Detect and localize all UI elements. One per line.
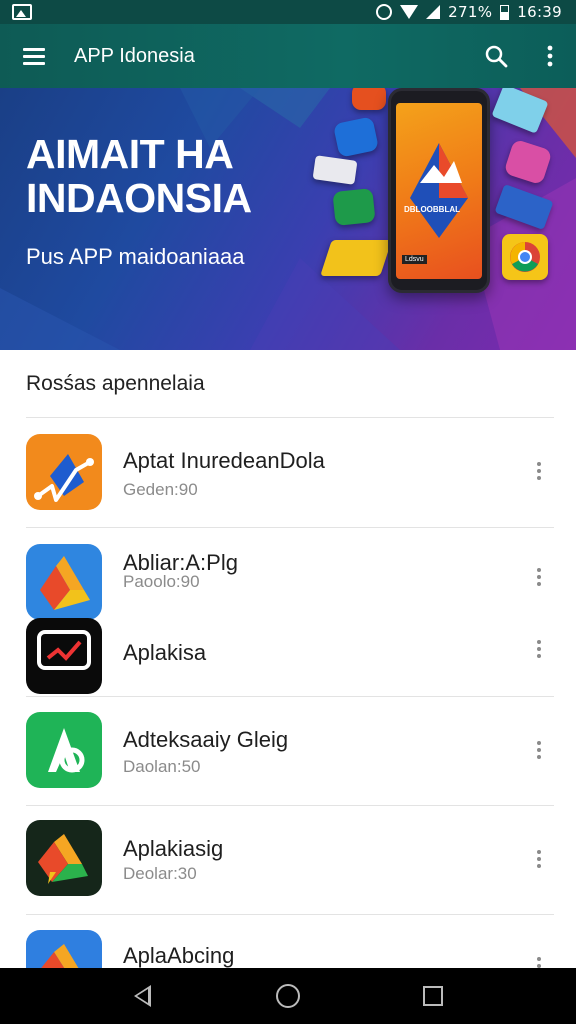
app-list-item-6[interactable]: AplaAbcing [0, 915, 576, 968]
app-name: Adteksaaiy Gleig [123, 727, 289, 752]
dark-drive-icon [26, 820, 102, 896]
row-more-icon[interactable] [528, 844, 550, 874]
battery-icon [500, 4, 510, 20]
black-chart-icon [26, 618, 102, 694]
hero-banner[interactable]: AIMAIT HA INDAONSIA Pus APP maidoaniaaa … [0, 88, 576, 350]
app-meta: Geden:90 [123, 480, 198, 499]
phone-screen-logo [410, 143, 468, 238]
recents-icon [423, 986, 444, 1006]
search-icon [485, 45, 508, 68]
app-list-item-2[interactable]: Abliar:A:Plg Paoolo:90 [0, 528, 576, 620]
app-name: Aptat InuredeanDola [123, 448, 325, 473]
more-vert-icon [547, 45, 553, 67]
overflow-menu-button[interactable] [524, 24, 576, 88]
phone-screen: DBLOOBBLAL Ldsvu [396, 103, 482, 279]
app-name: AplaAbcing [123, 943, 235, 968]
banner-subtitle: Pus APP maidoaniaaa [26, 244, 245, 269]
nav-home-button[interactable] [268, 976, 308, 1016]
banner-headline: AIMAIT HA INDAONSIA [26, 132, 326, 220]
row-more-icon[interactable] [528, 634, 550, 664]
back-icon [134, 985, 152, 1007]
app-title: APP Idonesia [74, 44, 195, 67]
phone-illustration: DBLOOBBLAL Ldsvu [388, 88, 490, 293]
app-meta: Daolan:50 [123, 757, 201, 776]
app-list-item-4[interactable]: Adteksaaiy Gleig Daolan:50 [0, 697, 576, 805]
banner-headline-line2: INDAONSIA [26, 175, 252, 221]
app-name: Aplakiasig [123, 836, 224, 861]
app-list-item-3[interactable]: Aplakisa [0, 612, 576, 696]
chrome-icon [502, 234, 548, 280]
drive-triangle-icon [26, 544, 102, 620]
signal-icon [426, 5, 441, 19]
app-name: Aplakisa [123, 640, 207, 665]
gallery-notification-icon [12, 4, 32, 20]
home-icon [275, 984, 300, 1008]
row-more-icon[interactable] [528, 951, 550, 968]
status-time: 16:39 [517, 3, 562, 21]
orange-map-pin-icon [26, 434, 102, 510]
green-a-icon [26, 712, 102, 788]
status-bar: 271% 16:39 [0, 0, 576, 24]
nav-back-button[interactable] [123, 976, 163, 1016]
row-more-icon[interactable] [528, 735, 550, 765]
row-more-icon[interactable] [528, 456, 550, 486]
hamburger-icon [23, 48, 45, 65]
app-meta: Paoolo:90 [123, 572, 200, 591]
app-meta: Deolar:30 [123, 864, 197, 883]
app-list-item-5[interactable]: Aplakiasig Deolar:30 [0, 806, 576, 914]
menu-button[interactable] [0, 24, 68, 88]
blue-drive-icon [26, 930, 102, 968]
system-nav-bar [0, 968, 576, 1024]
battery-percent: 271% [448, 3, 493, 21]
alarm-icon [376, 4, 393, 20]
banner-headline-line1: AIMAIT HA [26, 131, 234, 177]
phone-label: DBLOOBBLAL [404, 205, 460, 214]
floating-green-icon [332, 188, 376, 226]
row-more-icon[interactable] [528, 562, 550, 592]
floating-yellow-icon [320, 240, 392, 276]
search-button[interactable] [468, 24, 524, 88]
section-title: Rosśas apennelaia [26, 372, 205, 395]
nav-recents-button[interactable] [413, 976, 453, 1016]
app-list-item-1[interactable]: Aptat InuredeanDola Geden:90 [0, 418, 576, 526]
wifi-icon [400, 5, 419, 19]
app-bar: APP Idonesia [0, 24, 576, 88]
floating-chat-icon [352, 88, 386, 110]
phone-caption: Ldsvu [402, 255, 427, 264]
